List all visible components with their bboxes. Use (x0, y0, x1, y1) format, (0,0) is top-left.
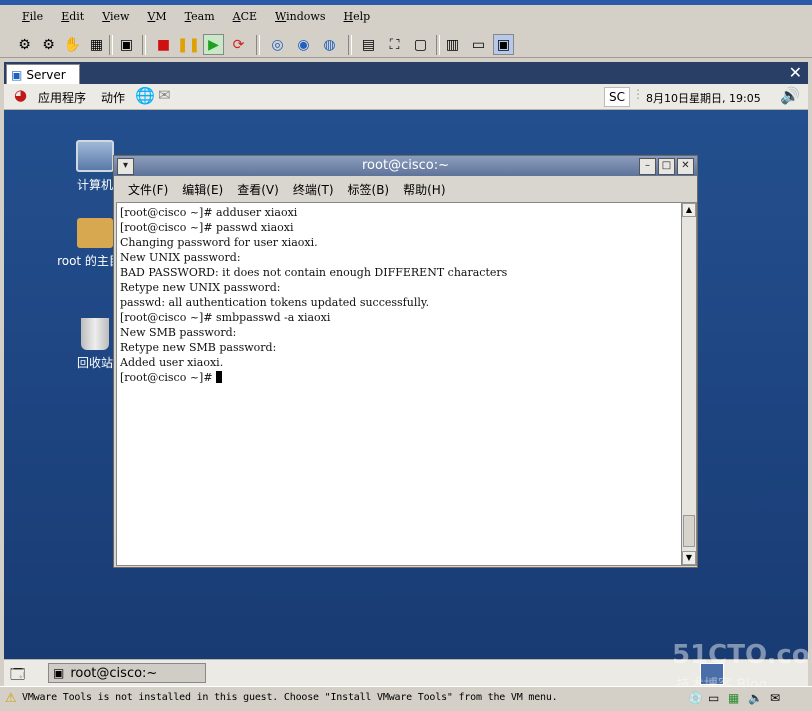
clone-icon[interactable]: ◍ (319, 34, 340, 55)
summary-view-icon[interactable]: ▥ (442, 34, 463, 55)
input-method-indicator[interactable]: SC (604, 87, 630, 107)
suspend-icon[interactable]: ❚❚ (177, 34, 200, 55)
vm-tab-strip: ▣ Server ✕ (4, 62, 808, 85)
quick-switch-icon[interactable]: ▢ (410, 34, 431, 55)
terminal-line: Retype new UNIX password: (120, 281, 281, 294)
revert-snapshot-icon[interactable]: ⚙ (38, 34, 59, 55)
terminal-window: root@cisco:~ ▾ – □ ✕ 文件(F) 编辑(E) 查看(V) 终… (113, 155, 698, 568)
take-snapshot-icon[interactable]: ✋ (62, 34, 83, 55)
menu-windows[interactable]: Windows (275, 10, 325, 23)
terminal-menu-file[interactable]: 文件(F) (128, 181, 168, 198)
terminal-titlebar[interactable]: root@cisco:~ (114, 156, 697, 176)
status-message: VMware Tools is not installed in this gu… (22, 692, 558, 703)
snapshot-manager-icon[interactable]: ▦ (86, 34, 107, 55)
team-icon[interactable]: ◉ (293, 34, 314, 55)
redhat-icon[interactable]: ◕ (14, 86, 27, 104)
terminal-menu-terminal[interactable]: 终端(T) (293, 181, 334, 198)
reset-icon[interactable]: ⟳ (228, 34, 249, 55)
vm-icon: ▣ (11, 68, 23, 82)
terminal-screen[interactable]: [root@cisco ~]# adduser xiaoxi [root@cis… (116, 202, 683, 566)
gnome-top-panel: ◕ 应用程序 动作 🌐 ✉ SC ⋮ 8月10日星期日, 19:05 🔊 (4, 84, 808, 110)
terminal-icon: ▣ (53, 666, 65, 680)
console-icon[interactable]: ▣ (116, 34, 137, 55)
terminal-line: New UNIX password: (120, 251, 241, 264)
network-icon[interactable]: ▦ (728, 691, 739, 705)
terminal-menu-help[interactable]: 帮助(H) (403, 181, 445, 198)
power-off-icon[interactable]: ■ (153, 34, 174, 55)
trash-icon (81, 318, 109, 350)
terminal-line: Retype new SMB password: (120, 341, 277, 354)
fullscreen-icon[interactable]: ⛶ (384, 34, 405, 55)
terminal-output: [root@cisco ~]# adduser xiaoxi [root@cis… (117, 203, 682, 387)
web-browser-icon[interactable]: 🌐 (135, 86, 155, 105)
host-menubar: File Edit View VM Team ACE Windows Help (0, 0, 812, 32)
sound-icon[interactable]: 🔈 (748, 691, 763, 705)
menu-help[interactable]: Help (343, 10, 370, 23)
console-view-icon[interactable]: ▭ (468, 34, 489, 55)
terminal-line: [root@cisco ~]# passwd xiaoxi (120, 221, 294, 234)
terminal-menu-edit[interactable]: 编辑(E) (182, 181, 223, 198)
minimize-icon[interactable]: – (639, 158, 656, 175)
menu-team[interactable]: Team (185, 10, 215, 23)
vm-settings-icon[interactable]: ◎ (267, 34, 288, 55)
scroll-thumb[interactable] (683, 515, 695, 547)
menu-edit[interactable]: Edit (61, 10, 84, 23)
watermark-logo: 51CTO.com (672, 640, 812, 670)
terminal-line: Added user xiaoxi. (120, 356, 224, 369)
panel-separator-icon: ⋮ (632, 87, 644, 101)
text-cursor (216, 371, 223, 383)
floppy-icon[interactable]: ▭ (708, 691, 719, 705)
terminal-line: [root@cisco ~]# adduser xiaoxi (120, 206, 298, 219)
close-tab-icon[interactable]: ✕ (789, 63, 802, 82)
terminal-menu-tabs[interactable]: 标签(B) (348, 181, 390, 198)
clock[interactable]: 8月10日星期日, 19:05 (646, 90, 761, 106)
terminal-prompt: [root@cisco ~]# (120, 371, 217, 384)
tab-label: Server (26, 68, 66, 82)
host-statusbar: ⚠ VMware Tools is not installed in this … (0, 686, 812, 711)
terminal-line: BAD PASSWORD: it does not contain enough… (120, 266, 508, 279)
terminal-title: root@cisco:~ (362, 158, 449, 173)
scroll-down-icon[interactable]: ▼ (682, 551, 696, 565)
computer-icon (76, 140, 114, 172)
tab-server[interactable]: ▣ Server (6, 64, 80, 85)
show-desktop-icon[interactable]: 🗔 (10, 664, 25, 688)
terminal-line: passwd: all authentication tokens update… (120, 296, 430, 309)
window-menu-icon[interactable]: ▾ (117, 158, 134, 175)
power-on-icon[interactable]: ▶ (203, 34, 224, 55)
taskbar-item-label: root@cisco:~ (70, 665, 158, 681)
snapshot-icon[interactable]: ⚙ (14, 34, 35, 55)
taskbar-item-terminal[interactable]: ▣ root@cisco:~ (48, 663, 206, 683)
menu-view[interactable]: View (102, 10, 129, 23)
terminal-menu-view[interactable]: 查看(V) (237, 181, 279, 198)
menu-ace[interactable]: ACE (233, 10, 257, 23)
terminal-line: New SMB password: (120, 326, 237, 339)
terminal-line: [root@cisco ~]# smbpasswd -a xiaoxi (120, 311, 331, 324)
host-title-strip (0, 0, 812, 5)
volume-icon[interactable]: 🔊 (780, 86, 800, 105)
cdrom-icon[interactable]: 💿 (688, 691, 703, 705)
sidebar-toggle-icon[interactable]: ▤ (358, 34, 379, 55)
appliance-view-icon[interactable]: ▣ (493, 34, 514, 55)
warning-icon: ⚠ (5, 691, 17, 706)
desktop-icon-label: 回收站 (76, 356, 113, 370)
terminal-menubar: 文件(F) 编辑(E) 查看(V) 终端(T) 标签(B) 帮助(H) (114, 177, 697, 201)
mail-icon[interactable]: ✉ (158, 86, 171, 104)
maximize-icon[interactable]: □ (658, 158, 675, 175)
desktop-icon-label: 计算机 (76, 178, 113, 192)
terminal-scrollbar[interactable]: ▲ ▼ (681, 202, 697, 566)
close-icon[interactable]: ✕ (677, 158, 694, 175)
home-folder-icon (77, 218, 113, 248)
scroll-up-icon[interactable]: ▲ (682, 203, 696, 217)
terminal-line: Changing password for user xiaoxi. (120, 236, 318, 249)
host-toolbar: ⚙ ⚙ ✋ ▦ ▣ ■ ❚❚ ▶ ⟳ ◎ ◉ ◍ ▤ ⛶ ▢ ▥ ▭ ▣ (0, 32, 812, 58)
menu-file[interactable]: File (22, 10, 43, 23)
message-icon[interactable]: ✉ (770, 691, 780, 705)
applications-menu[interactable]: 应用程序 (38, 89, 86, 106)
actions-menu[interactable]: 动作 (101, 89, 125, 106)
menu-vm[interactable]: VM (147, 10, 166, 23)
